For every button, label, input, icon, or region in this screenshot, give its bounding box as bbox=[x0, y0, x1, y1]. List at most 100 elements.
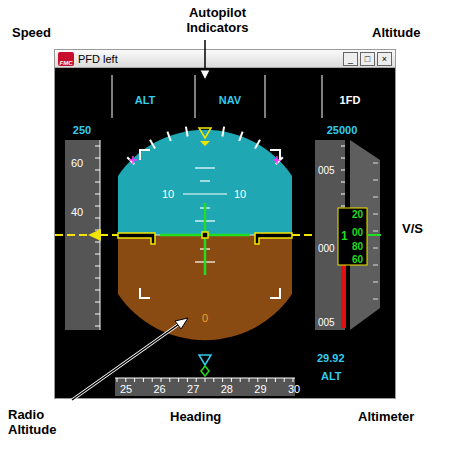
pitch-label: 10 bbox=[234, 188, 246, 200]
altitude-drum-digit: 00 bbox=[352, 227, 364, 238]
autopilot-arrowhead-icon bbox=[200, 70, 210, 80]
heading-tick bbox=[266, 378, 267, 382]
vs-tick bbox=[373, 197, 378, 198]
bank-tick bbox=[239, 132, 242, 141]
heading-label: Heading bbox=[170, 410, 221, 425]
heading-tick bbox=[213, 378, 214, 382]
pfd-window: FMCPFD left_□×ALTNAV1FD25060401010025000… bbox=[54, 49, 396, 399]
track-diamond-icon bbox=[201, 366, 209, 376]
mode-annunciator: 1FD bbox=[340, 94, 361, 106]
vs-tick bbox=[373, 180, 378, 181]
altitude-tick bbox=[341, 158, 345, 159]
aircraft-symbol-icon bbox=[118, 232, 292, 244]
heading-tick bbox=[249, 378, 250, 382]
radio-altitude-label: Radio Altitude bbox=[8, 408, 70, 438]
autopilot-arrow bbox=[204, 40, 206, 74]
heading-tick bbox=[161, 378, 162, 382]
speed-tick bbox=[95, 242, 100, 243]
selected-speed: 250 bbox=[73, 124, 91, 136]
heading-tick bbox=[222, 378, 223, 382]
heading-tick bbox=[117, 378, 118, 382]
speed-tick bbox=[95, 182, 100, 183]
altitude-tick bbox=[341, 206, 345, 207]
vs-tick bbox=[373, 299, 378, 300]
altitude-tick bbox=[341, 146, 345, 147]
vs-tick bbox=[373, 231, 378, 232]
annotation-arrows bbox=[0, 0, 450, 450]
heading-tick-label: 26 bbox=[153, 383, 165, 395]
speed-tick bbox=[95, 146, 100, 147]
heading-tick bbox=[196, 378, 197, 382]
altitude-drum-digit: 80 bbox=[352, 241, 364, 252]
mode-divider bbox=[322, 75, 323, 118]
speed-tick bbox=[95, 302, 100, 303]
heading-tick bbox=[257, 378, 258, 382]
window-button[interactable]: _ bbox=[343, 52, 358, 66]
bank-tick bbox=[255, 140, 260, 149]
heading-tick bbox=[231, 378, 232, 382]
altimeter-label: Altimeter bbox=[358, 410, 414, 425]
mode-divider bbox=[195, 75, 196, 118]
altimeter-mode: ALT bbox=[321, 370, 342, 382]
vs-tick bbox=[373, 265, 378, 266]
page: Speed Autopilot Indicators Altitude V/S Radi… bbox=[0, 0, 450, 450]
altitude-drum-digit: 20 bbox=[352, 209, 364, 220]
speed-tick bbox=[95, 158, 100, 159]
altitude-tick bbox=[341, 170, 345, 171]
vs-tick bbox=[373, 163, 378, 164]
speed-label: Speed bbox=[12, 26, 51, 41]
altitude-label: Altitude bbox=[372, 26, 420, 41]
heading-tick bbox=[169, 378, 170, 382]
heading-tick-label: 27 bbox=[187, 383, 199, 395]
autopilot-label: Autopilot Indicators bbox=[170, 6, 265, 36]
vs-tick bbox=[373, 214, 378, 215]
speed-tick bbox=[95, 218, 100, 219]
altitude-tick-label: 005 bbox=[318, 317, 335, 328]
speed-tick-label: 40 bbox=[71, 206, 83, 218]
altitude-reference-line bbox=[292, 234, 315, 236]
flight-director-pitch bbox=[204, 203, 207, 275]
speed-tick bbox=[95, 254, 100, 255]
window-button[interactable]: □ bbox=[360, 52, 375, 66]
speed-tick bbox=[95, 206, 100, 207]
heading-scale bbox=[115, 378, 295, 396]
pitch-label: 10 bbox=[162, 188, 174, 200]
vs-label: V/S bbox=[402, 222, 423, 237]
bank-tick bbox=[167, 132, 170, 141]
heading-tick-label: 29 bbox=[254, 383, 266, 395]
heading-tick bbox=[152, 378, 153, 382]
heading-tick bbox=[293, 378, 294, 382]
selected-altitude: 25000 bbox=[327, 124, 358, 136]
heading-tick bbox=[134, 378, 135, 382]
heading-tick bbox=[178, 378, 179, 382]
roll-index-icon bbox=[200, 141, 210, 146]
speed-pointer-icon bbox=[88, 229, 101, 241]
pfd-display: ALTNAV1FD2506040101002500000500000512000… bbox=[55, 68, 395, 398]
attitude-indicator bbox=[115, 123, 295, 345]
window-button[interactable]: × bbox=[377, 52, 392, 66]
vs-tick bbox=[373, 282, 378, 283]
mode-divider bbox=[265, 75, 266, 118]
title-bar: FMCPFD left_□× bbox=[55, 50, 395, 68]
bank-tick bbox=[150, 140, 155, 149]
vs-tick bbox=[373, 248, 378, 249]
bank-tick bbox=[222, 127, 224, 137]
heading-tick bbox=[205, 378, 206, 382]
pfd-background bbox=[55, 68, 395, 398]
heading-tick-label: 28 bbox=[221, 383, 233, 395]
bank-tick bbox=[186, 127, 188, 137]
mode-divider bbox=[112, 75, 113, 118]
altimeter-setting: 29.92 bbox=[317, 352, 345, 364]
radio-arrow-halo bbox=[72, 322, 182, 400]
heading-tick bbox=[275, 378, 276, 382]
speed-reference-line bbox=[55, 234, 90, 236]
heading-tick-label: 30 bbox=[288, 383, 300, 395]
altitude-tick bbox=[341, 182, 345, 183]
heading-tick-label: 25 bbox=[120, 383, 132, 395]
heading-tick bbox=[125, 378, 126, 382]
minimums-bar bbox=[341, 265, 346, 328]
altitude-drum-digit: 60 bbox=[352, 254, 364, 265]
fpv-brackets bbox=[140, 150, 280, 298]
mode-annunciator: ALT bbox=[135, 94, 156, 106]
speed-tick bbox=[95, 266, 100, 267]
